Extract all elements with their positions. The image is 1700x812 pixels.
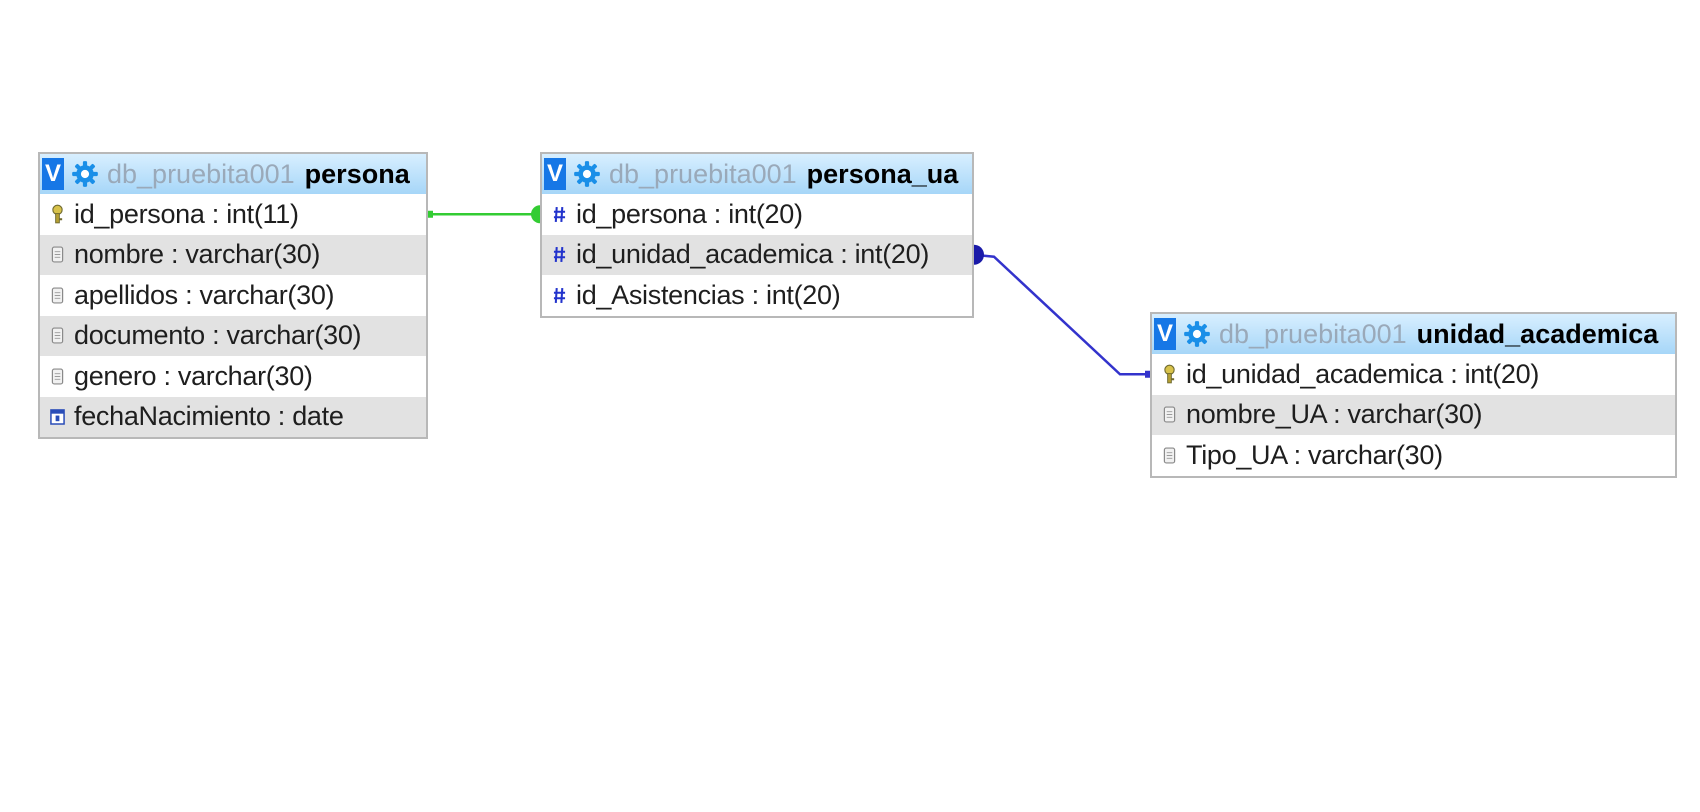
relation-start-marker — [974, 244, 984, 265]
column-definition: id_unidad_academica : int(20) — [576, 239, 930, 270]
gear-icon[interactable] — [1183, 320, 1211, 348]
column-definition: Tipo_UA : varchar(30) — [1186, 439, 1443, 470]
relation-line[interactable] — [427, 205, 540, 224]
column-row[interactable]: documento : varchar(30) — [40, 315, 426, 356]
text-column-icon — [46, 326, 68, 345]
column-definition: id_persona : int(20) — [576, 198, 803, 229]
column-definition: documento : varchar(30) — [74, 320, 362, 351]
column-row[interactable]: nombre_UA : varchar(30) — [1152, 394, 1675, 435]
text-column-icon — [46, 286, 68, 305]
relation-end-marker — [531, 205, 540, 224]
gear-icon[interactable] — [573, 160, 601, 188]
date-column-icon — [46, 407, 68, 426]
table-name: persona_ua — [806, 158, 959, 189]
column-definition: id_Asistencias : int(20) — [576, 279, 841, 310]
collapse-toggle-button[interactable]: V — [1154, 318, 1176, 350]
database-name: db_pruebita001 — [609, 158, 797, 189]
table-name: unidad_academica — [1416, 318, 1659, 349]
column-row[interactable]: Tipo_UA : varchar(30) — [1152, 435, 1675, 476]
text-column-icon — [1158, 405, 1180, 424]
column-row[interactable]: apellidos : varchar(30) — [40, 275, 426, 316]
column-definition: fechaNacimiento : date — [74, 401, 344, 432]
table-header[interactable]: Vdb_pruebita001 persona — [40, 154, 426, 194]
database-name: db_pruebita001 — [107, 158, 295, 189]
table-unidad-academica[interactable]: Vdb_pruebita001 unidad_academica id_unidad… — [1150, 312, 1677, 478]
column-definition: id_persona : int(11) — [74, 198, 299, 229]
table-persona-ua[interactable]: Vdb_pruebita001 persona_ua id_persona : in… — [540, 152, 974, 318]
column-row[interactable]: id_unidad_academica : int(20) — [1152, 354, 1675, 395]
column-definition: nombre_UA : varchar(30) — [1186, 399, 1483, 430]
column-row[interactable]: id_unidad_academica : int(20) — [542, 234, 972, 275]
database-name: db_pruebita001 — [1219, 318, 1407, 349]
table-name: persona — [304, 158, 410, 189]
column-definition: id_unidad_academica : int(20) — [1186, 358, 1540, 389]
table-header[interactable]: Vdb_pruebita001 persona_ua — [542, 154, 972, 194]
column-definition: genero : varchar(30) — [74, 360, 313, 391]
numeric-column-icon — [548, 245, 570, 264]
column-row[interactable]: id_Asistencias : int(20) — [542, 275, 972, 316]
relation-line[interactable] — [973, 244, 1151, 378]
collapse-toggle-button[interactable]: V — [544, 158, 566, 190]
designer-canvas[interactable]: Vdb_pruebita001 persona id_persona : int(1… — [0, 0, 1700, 812]
primary-key-icon — [1158, 364, 1180, 385]
primary-key-icon — [46, 204, 68, 225]
table-header[interactable]: Vdb_pruebita001 unidad_academica — [1152, 314, 1675, 354]
column-definition: apellidos : varchar(30) — [74, 279, 335, 310]
numeric-column-icon — [548, 286, 570, 305]
text-column-icon — [46, 245, 68, 264]
table-persona[interactable]: Vdb_pruebita001 persona id_persona : int(1… — [38, 152, 428, 439]
column-row[interactable]: id_persona : int(20) — [542, 194, 972, 235]
column-definition: nombre : varchar(30) — [74, 239, 321, 270]
numeric-column-icon — [548, 205, 570, 224]
column-row[interactable]: fechaNacimiento : date — [40, 396, 426, 437]
collapse-toggle-button[interactable]: V — [42, 158, 64, 190]
column-row[interactable]: id_persona : int(11) — [40, 194, 426, 235]
column-row[interactable]: nombre : varchar(30) — [40, 234, 426, 275]
gear-icon[interactable] — [71, 160, 99, 188]
column-row[interactable]: genero : varchar(30) — [40, 356, 426, 397]
text-column-icon — [1158, 446, 1180, 465]
text-column-icon — [46, 367, 68, 386]
